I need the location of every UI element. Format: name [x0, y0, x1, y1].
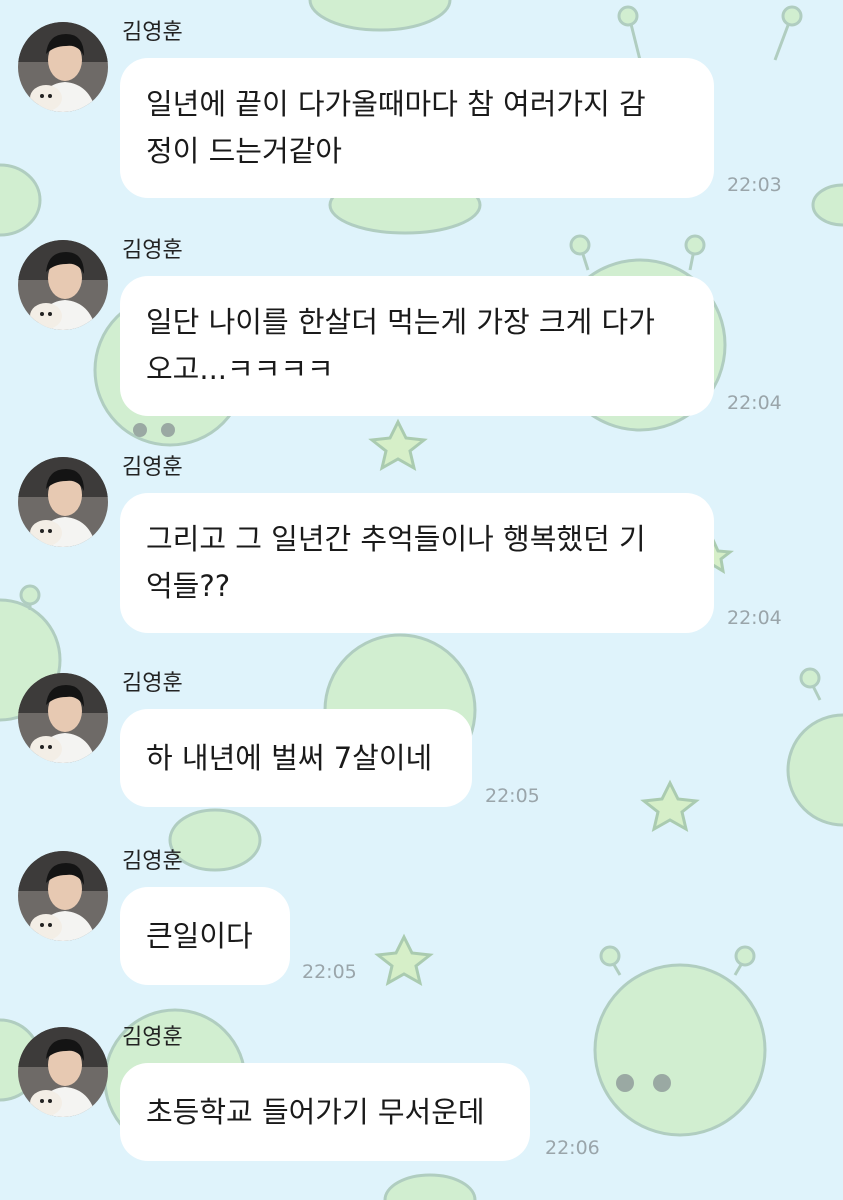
message-bubble[interactable]: 큰일이다 — [120, 887, 290, 985]
avatar[interactable] — [18, 22, 108, 112]
sender-name: 김영훈 — [122, 849, 183, 874]
message-bubble[interactable]: 하 내년에 벌써 7살이네 — [120, 709, 472, 807]
message-timestamp: 22:03 — [727, 174, 782, 196]
profile-photo-icon — [18, 673, 108, 763]
sender-name: 김영훈 — [122, 671, 183, 696]
avatar[interactable] — [18, 673, 108, 763]
sender-name: 김영훈 — [122, 20, 183, 45]
profile-photo-icon — [18, 22, 108, 112]
avatar[interactable] — [18, 1027, 108, 1117]
sender-name: 김영훈 — [122, 455, 183, 480]
sender-name: 김영훈 — [122, 238, 183, 263]
message-timestamp: 22:04 — [727, 392, 782, 414]
sender-name: 김영훈 — [122, 1025, 183, 1050]
message-timestamp: 22:05 — [485, 785, 540, 807]
profile-photo-icon — [18, 240, 108, 330]
message-bubble[interactable]: 일단 나이를 한살더 먹는게 가장 크게 다가 오고...ㅋㅋㅋㅋ — [120, 276, 714, 416]
message-timestamp: 22:05 — [302, 961, 357, 983]
message-bubble[interactable]: 초등학교 들어가기 무서운데 — [120, 1063, 530, 1161]
profile-photo-icon — [18, 851, 108, 941]
profile-photo-icon — [18, 1027, 108, 1117]
message-bubble[interactable]: 일년에 끝이 다가올때마다 참 여러가지 감 정이 드는거같아 — [120, 58, 714, 198]
avatar[interactable] — [18, 457, 108, 547]
profile-photo-icon — [18, 457, 108, 547]
message-bubble[interactable]: 그리고 그 일년간 추억들이나 행복했던 기 억들?? — [120, 493, 714, 633]
message-timestamp: 22:04 — [727, 607, 782, 629]
avatar[interactable] — [18, 240, 108, 330]
avatar[interactable] — [18, 851, 108, 941]
message-timestamp: 22:06 — [545, 1137, 600, 1159]
